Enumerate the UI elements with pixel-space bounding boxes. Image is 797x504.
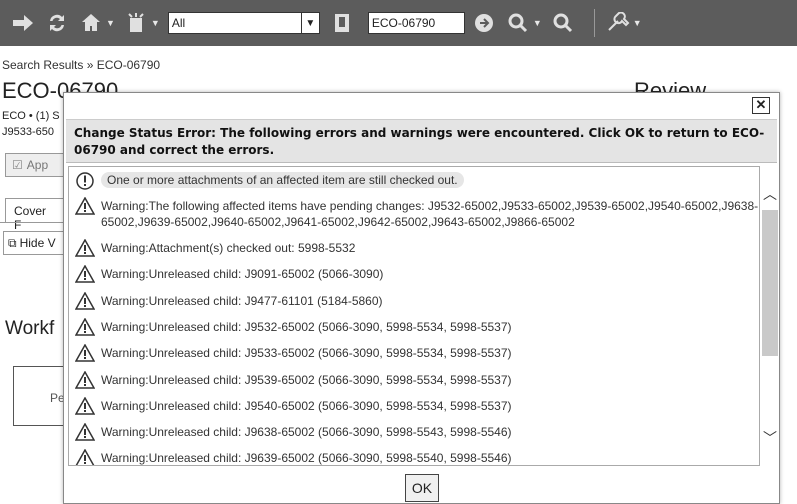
chevron-down-icon[interactable]: ▼ <box>300 13 319 33</box>
search-scope-select[interactable]: All ▼ <box>167 12 320 34</box>
search-scope-value: All <box>171 16 186 30</box>
list-item: Warning:Unreleased child: J9638-65002 (5… <box>69 423 759 441</box>
home-dropdown-icon[interactable]: ▼ <box>106 18 115 28</box>
main-toolbar: ▼ ▼ All ▼ ECO-06790 ▼ ▼ <box>0 0 797 46</box>
check-icon: ☑ <box>12 158 23 172</box>
scrollbar-thumb[interactable] <box>762 210 778 356</box>
warning-icon <box>69 197 101 230</box>
warning-icon <box>69 292 101 310</box>
chevron-up-icon[interactable]: ︿ <box>761 184 779 204</box>
message-text: Warning:Unreleased child: J9540-65002 (5… <box>101 399 512 413</box>
warning-icon <box>69 423 101 441</box>
chevron-down-icon[interactable]: ﹀ <box>761 428 779 448</box>
breadcrumb[interactable]: Search Results » ECO-06790 <box>2 58 160 72</box>
warning-icon <box>69 265 101 283</box>
message-text: Warning:The following affected items hav… <box>101 199 759 229</box>
warning-icon <box>69 344 101 362</box>
list-item: Warning:The following affected items hav… <box>69 197 759 230</box>
workflow-title: Workf <box>5 318 55 339</box>
home-icon[interactable] <box>78 10 104 36</box>
warning-icon <box>69 397 101 415</box>
list-item: Warning:Unreleased child: J9477-61101 (5… <box>69 292 759 310</box>
search-input[interactable]: ECO-06790 <box>367 12 465 34</box>
forward-arrow-icon[interactable] <box>10 10 36 36</box>
list-item: Warning:Unreleased child: J9539-65002 (5… <box>69 371 759 389</box>
tab-divider <box>0 222 65 223</box>
new-object-icon[interactable] <box>123 10 149 36</box>
advanced-search-icon[interactable] <box>505 10 531 36</box>
warning-icon <box>69 371 101 389</box>
tab-cover-page[interactable]: Cover F <box>5 198 65 232</box>
eco-items-text: J9533-650 <box>2 126 54 138</box>
hide-button[interactable]: ⧉ Hide V <box>3 231 65 255</box>
message-text: Warning:Unreleased child: J9532-65002 (5… <box>101 320 512 334</box>
list-item: Warning:Unreleased child: J9091-65002 (5… <box>69 265 759 283</box>
advanced-search-dropdown-icon[interactable]: ▼ <box>533 18 542 28</box>
search-icon[interactable] <box>550 10 576 36</box>
approve-button[interactable]: ☑ App <box>5 153 67 177</box>
ok-button[interactable]: OK <box>405 474 439 502</box>
message-text: Warning:Unreleased child: J9639-65002 (5… <box>101 451 512 465</box>
bookmark-icon[interactable] <box>330 10 356 36</box>
list-item: Warning:Attachment(s) checked out: 5998-… <box>69 239 759 257</box>
message-text: Warning:Unreleased child: J9638-65002 (5… <box>101 425 512 439</box>
message-text: Warning:Unreleased child: J9477-61101 (5… <box>101 294 383 308</box>
message-text: Warning:Unreleased child: J9539-65002 (5… <box>101 373 512 387</box>
list-item: Warning:Unreleased child: J9639-65002 (5… <box>69 449 759 465</box>
list-item: Warning:Unreleased child: J9533-65002 (5… <box>69 344 759 362</box>
toolbar-divider <box>593 9 595 37</box>
refresh-icon[interactable] <box>44 10 70 36</box>
message-text: Warning:Attachment(s) checked out: 5998-… <box>101 241 356 255</box>
message-text: Warning:Unreleased child: J9091-65002 (5… <box>101 267 384 281</box>
tools-dropdown-icon[interactable]: ▼ <box>633 18 642 28</box>
message-text: One or more attachments of an affected i… <box>101 172 464 188</box>
tools-icon[interactable] <box>605 10 631 36</box>
change-status-error-dialog: ✕ Change Status Error: The following err… <box>63 92 780 504</box>
message-text: Warning:Unreleased child: J9533-65002 (5… <box>101 346 512 360</box>
info-icon <box>69 171 101 191</box>
eco-meta: ECO • (1) S <box>2 110 60 122</box>
message-list: One or more attachments of an affected i… <box>68 166 760 466</box>
close-button[interactable]: ✕ <box>752 97 770 114</box>
message-list-scrollbar[interactable]: ︿ ﹀ <box>761 166 779 466</box>
dialog-header: Change Status Error: The following error… <box>66 119 777 163</box>
list-item: Warning:Unreleased child: J9532-65002 (5… <box>69 318 759 336</box>
hide-label: Hide V <box>19 236 56 250</box>
list-item: Warning:Unreleased child: J9540-65002 (5… <box>69 397 759 415</box>
search-go-icon[interactable] <box>471 10 497 36</box>
warning-icon <box>69 239 101 257</box>
hide-icon: ⧉ <box>8 235 17 250</box>
new-dropdown-icon[interactable]: ▼ <box>151 18 160 28</box>
approve-label: App <box>26 158 49 172</box>
warning-icon <box>69 449 101 465</box>
warning-icon <box>69 318 101 336</box>
list-item: One or more attachments of an affected i… <box>69 171 759 191</box>
